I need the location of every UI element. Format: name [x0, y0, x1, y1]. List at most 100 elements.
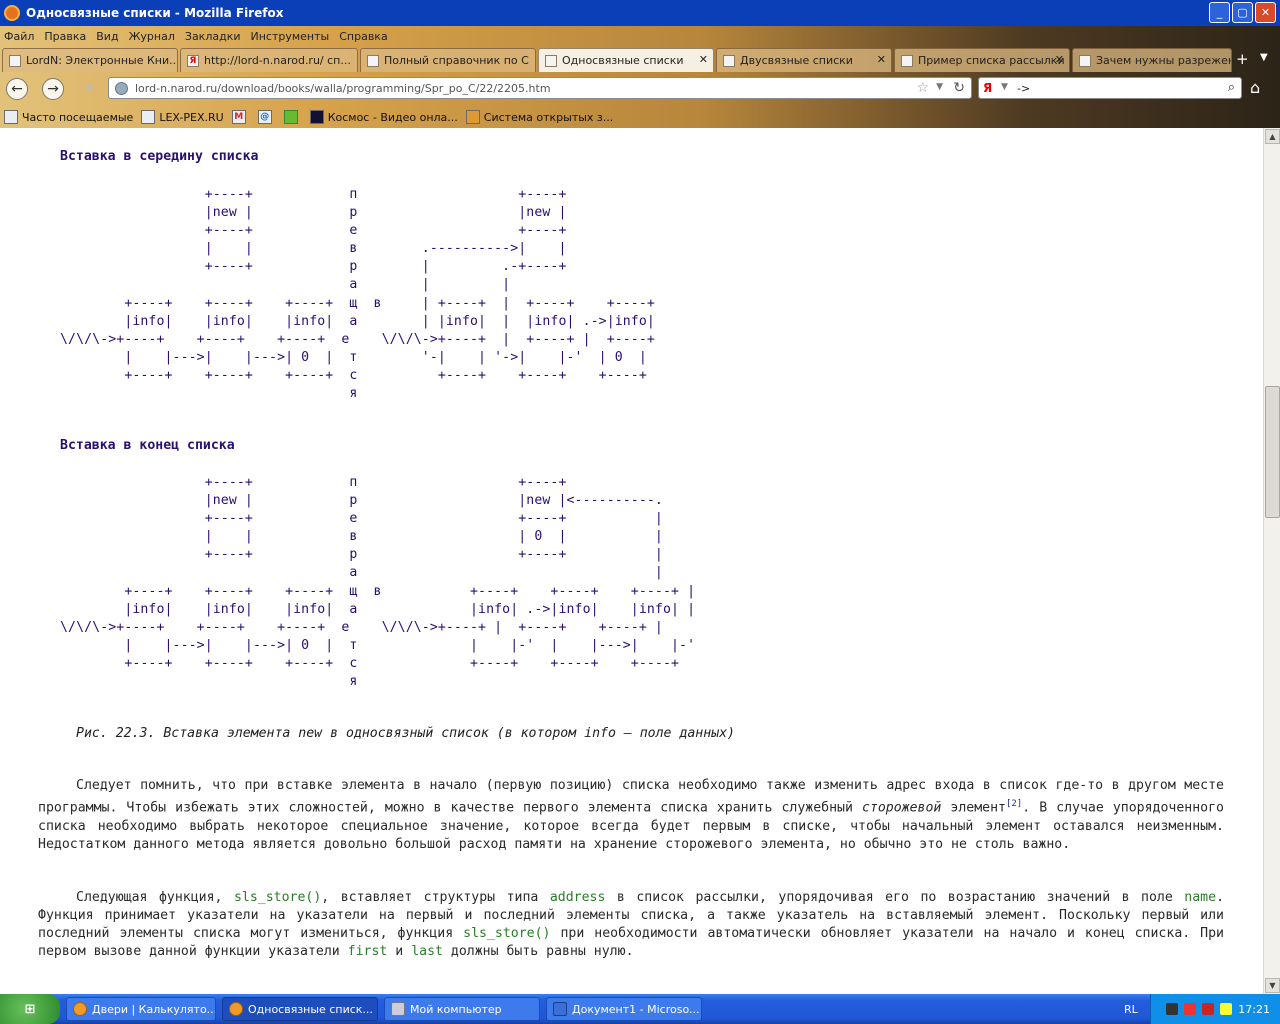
- search-icon[interactable]: ⌕: [1228, 80, 1235, 95]
- task-label: Мой компьютер: [410, 1002, 502, 1016]
- menu-help[interactable]: Справка: [339, 30, 387, 43]
- language-indicator[interactable]: RL: [1124, 1003, 1138, 1016]
- space-icon: [309, 110, 324, 124]
- maximize-button[interactable]: ▢: [1232, 2, 1253, 23]
- bookmark-star-icon[interactable]: ☆: [916, 80, 929, 96]
- forward-button[interactable]: →: [42, 78, 64, 100]
- menu-file[interactable]: Файл: [4, 30, 34, 43]
- new-tab-icon[interactable]: +: [1236, 50, 1249, 68]
- tab-c-reference[interactable]: Полный справочник по С: [360, 48, 536, 72]
- code-name: name: [1184, 890, 1217, 905]
- tab-lordn[interactable]: LordN: Электронные Кни...: [2, 48, 178, 72]
- bookmark-gmail[interactable]: M: [231, 110, 250, 124]
- code-last: last: [411, 944, 443, 960]
- task-word-document[interactable]: Документ1 - Microso...: [546, 997, 702, 1021]
- tab-label: LordN: Электронные Кни...: [26, 54, 178, 67]
- bookmark-kosmos[interactable]: Космос - Видео онла...: [309, 110, 458, 124]
- tab-label: Односвязные списки: [562, 54, 684, 67]
- tab-doubly-linked-lists[interactable]: Двусвязные списки ✕: [716, 48, 892, 72]
- reload-icon[interactable]: ↻: [953, 80, 965, 96]
- home-icon[interactable]: ⌂: [1250, 78, 1260, 97]
- bookmark-label: Часто посещаемые: [22, 110, 134, 124]
- close-window-button[interactable]: ✕: [1255, 2, 1276, 23]
- menu-history[interactable]: Журнал: [129, 30, 175, 43]
- tab-lordn-url[interactable]: Яhttp://lord-n.narod.ru/ сп...: [180, 48, 358, 72]
- all-tabs-icon[interactable]: ▼: [1260, 52, 1268, 63]
- search-input[interactable]: ->: [1017, 82, 1030, 95]
- text-run: должны быть равны нулю.: [442, 944, 634, 960]
- url-bar[interactable]: lord-n.narod.ru/download/books/walla/pro…: [108, 77, 972, 99]
- site-identity-icon[interactable]: [115, 82, 128, 95]
- puzzle-icon: [283, 110, 298, 124]
- firefox-icon: [229, 1002, 243, 1016]
- page-icon: [9, 54, 21, 67]
- stop-icon[interactable]: ✕: [78, 78, 100, 100]
- menu-bar: Файл Правка Вид Журнал Закладки Инструме…: [0, 26, 388, 46]
- page-icon: [1079, 54, 1091, 67]
- text-run: и: [387, 944, 412, 960]
- url-text[interactable]: lord-n.narod.ru/download/books/walla/pro…: [135, 82, 551, 95]
- tab-singly-linked-lists[interactable]: Односвязные списки ✕: [538, 48, 714, 72]
- url-dropdown-icon[interactable]: ▼: [936, 82, 943, 92]
- notes-icon[interactable]: [1220, 1003, 1233, 1015]
- page-content: Вставка в середину списка +----+ п +----…: [0, 128, 1263, 994]
- heading-insert-end: Вставка в конец списка: [60, 438, 235, 453]
- figure-caption: Рис. 22.3. Вставка элемента new в односв…: [76, 726, 735, 741]
- tray-app-icon[interactable]: [1202, 1003, 1215, 1015]
- bookmark-label: LEX-PEX.RU: [159, 110, 224, 124]
- bookmark-system[interactable]: Система открытых з...: [465, 110, 613, 124]
- menu-edit[interactable]: Правка: [44, 30, 86, 43]
- task-my-computer[interactable]: Мой компьютер: [384, 997, 540, 1021]
- code-sls-store: sls_store(): [233, 890, 322, 905]
- antivirus-icon[interactable]: [1184, 1003, 1197, 1015]
- search-engine-dropdown-icon[interactable]: ▼: [1001, 82, 1008, 92]
- close-tab-icon[interactable]: ✕: [699, 53, 708, 66]
- code-first: first: [347, 944, 388, 960]
- task-singly-linked-lists[interactable]: Односвязные списк...: [222, 997, 378, 1021]
- at-sign-icon: @: [257, 110, 272, 124]
- text-run: в список рассылки, упорядочивая его по в…: [605, 890, 1185, 905]
- code-sls-store: sls_store(): [463, 926, 551, 942]
- network-icon[interactable]: [1166, 1003, 1179, 1015]
- word-icon: [553, 1002, 567, 1016]
- yandex-search-icon[interactable]: Я: [983, 81, 997, 95]
- bookmark-addon[interactable]: [283, 110, 302, 124]
- windows-logo-icon: ⊞: [24, 1001, 36, 1017]
- bookmark-lex-pex[interactable]: LEX-PEX.RU: [141, 110, 224, 124]
- menu-bookmarks[interactable]: Закладки: [185, 30, 241, 43]
- task-label: Документ1 - Microso...: [572, 1002, 700, 1016]
- bookmark-most-visited[interactable]: Часто посещаемые: [4, 110, 133, 124]
- bookmark-page-icon: [141, 110, 156, 124]
- heading-insert-middle: Вставка в середину списка: [60, 149, 259, 164]
- start-button[interactable]: ⊞: [0, 994, 60, 1024]
- tab-label: http://lord-n.narod.ru/ сп...: [204, 54, 351, 67]
- menu-view[interactable]: Вид: [96, 30, 118, 43]
- minimize-button[interactable]: _: [1209, 2, 1230, 23]
- footnote-link[interactable]: [2]: [1006, 799, 1022, 809]
- windows-taskbar: ⊞ Двери | Калькулято... Односвязные спис…: [0, 994, 1280, 1024]
- bookmark-label: Космос - Видео онла...: [327, 110, 458, 124]
- back-button[interactable]: ←: [6, 78, 28, 100]
- tab-mailing-list-example[interactable]: Пример списка рассылки ✕: [894, 48, 1070, 72]
- vertical-scrollbar[interactable]: ▲ ▼: [1263, 128, 1280, 994]
- firefox-icon: [73, 1002, 87, 1016]
- task-doors-calculator[interactable]: Двери | Калькулято...: [66, 997, 216, 1021]
- scroll-up-icon[interactable]: ▲: [1265, 129, 1280, 144]
- bookmark-mail[interactable]: @: [257, 110, 276, 124]
- paragraph-sls-store: Следующая функция, sls_store(), вставляе…: [38, 889, 1224, 961]
- tab-label: Зачем нужны разреженн...: [1096, 54, 1231, 67]
- window-titlebar[interactable]: Односвязные списки - Mozilla Firefox _ ▢…: [0, 0, 1280, 26]
- building-icon: [465, 110, 480, 124]
- page-icon: [545, 54, 557, 67]
- menu-tools[interactable]: Инструменты: [251, 30, 330, 43]
- close-tab-icon[interactable]: ✕: [877, 53, 886, 66]
- tab-sparse[interactable]: Зачем нужны разреженн...: [1072, 48, 1232, 72]
- scrollbar-thumb[interactable]: [1265, 386, 1280, 518]
- search-bar[interactable]: Я ▼ -> ⌕: [978, 77, 1242, 99]
- task-label: Двери | Калькулято...: [92, 1002, 216, 1016]
- folder-icon: [4, 110, 18, 124]
- close-tab-icon[interactable]: ✕: [1055, 53, 1064, 66]
- yandex-icon: Я: [187, 54, 199, 67]
- gmail-icon: M: [231, 110, 246, 124]
- scroll-down-icon[interactable]: ▼: [1265, 978, 1280, 993]
